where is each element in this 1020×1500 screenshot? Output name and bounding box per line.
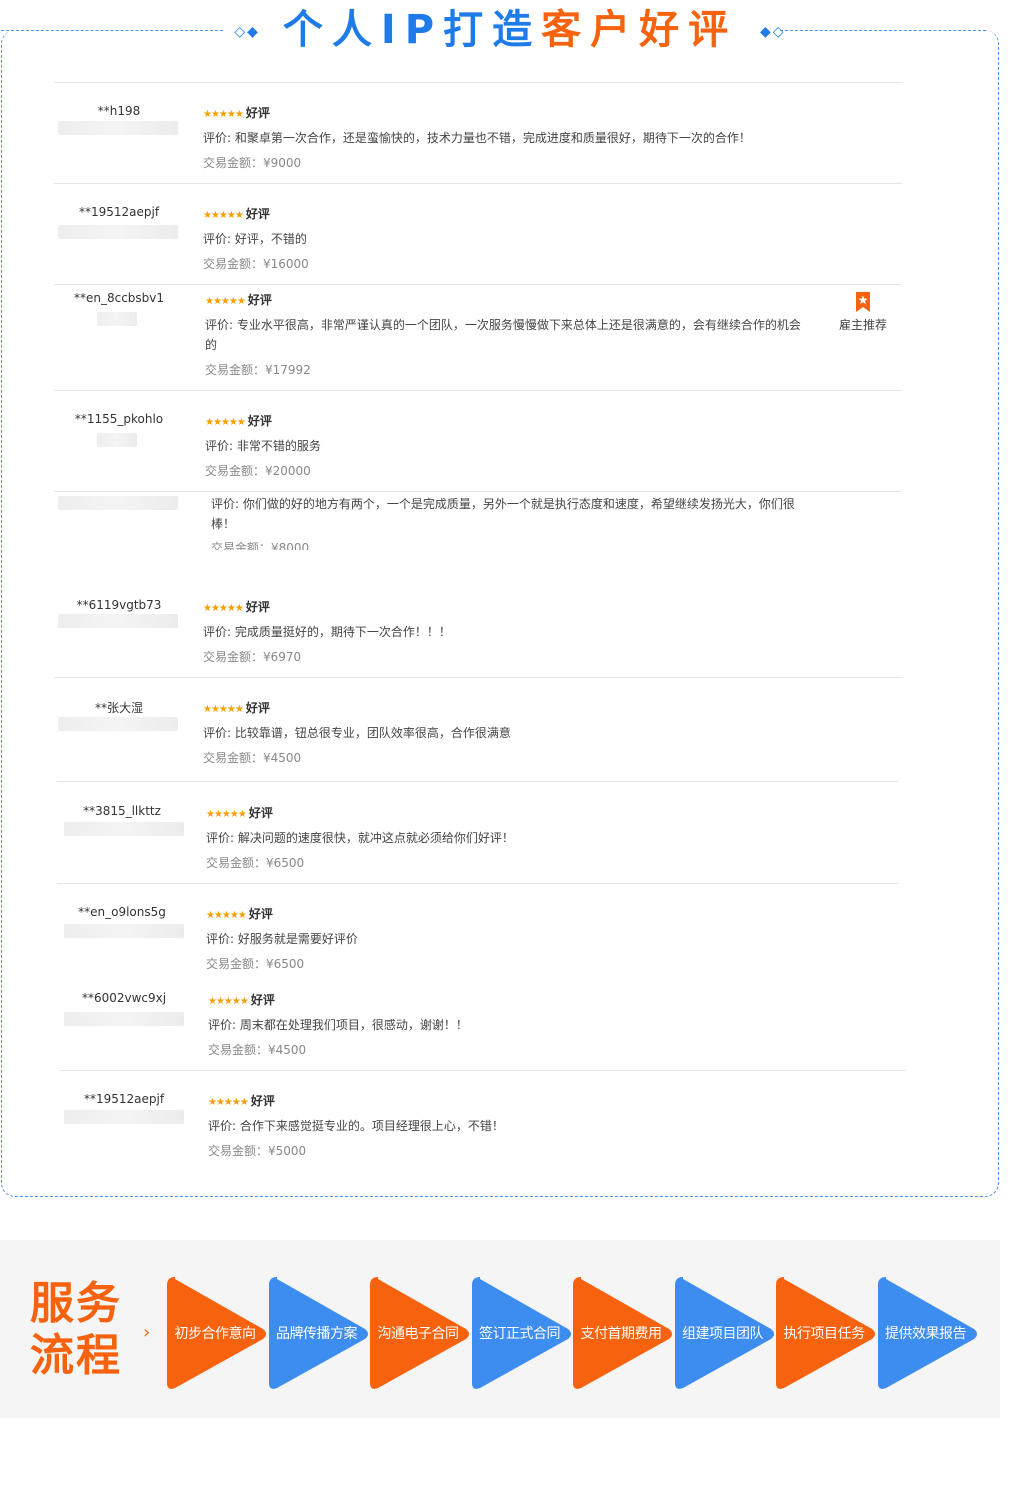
review-username: **19512aepjf bbox=[78, 205, 160, 219]
process-step: 提供效果报告 bbox=[876, 1275, 980, 1393]
rating-tag: 好评 bbox=[248, 907, 273, 921]
rating-stars-icon: ★★★★★ bbox=[205, 417, 246, 428]
blurred-avatar bbox=[64, 1012, 184, 1026]
review-username: **3815_llkttz bbox=[83, 804, 161, 818]
review-username: **6119vgtb73 bbox=[76, 598, 162, 612]
blurred-avatar bbox=[97, 312, 137, 326]
blurred-avatar bbox=[64, 924, 184, 938]
rating-stars-icon: ★★★★★ bbox=[208, 996, 249, 1007]
review-amount: 交易金额：¥4500 bbox=[203, 751, 302, 765]
process-step-label: 签订正式合同 bbox=[479, 1326, 561, 1342]
divider bbox=[54, 183, 902, 184]
divider bbox=[54, 677, 902, 678]
review-amount: 交易金额：¥20000 bbox=[205, 464, 311, 478]
review-amount: 交易金额：¥6500 bbox=[206, 856, 305, 870]
review-amount: 交易金额：¥5000 bbox=[208, 1144, 307, 1158]
review-username: **19512aepjf bbox=[83, 1092, 165, 1106]
rating-tag: 好评 bbox=[245, 207, 270, 221]
review-username: **en_o9lons5g bbox=[78, 905, 166, 919]
rating-stars-icon: ★★★★★ bbox=[205, 296, 246, 307]
rating-stars-icon: ★★★★★ bbox=[203, 109, 244, 120]
rating-tag: 好评 bbox=[248, 806, 273, 820]
process-step: 组建项目团队 bbox=[673, 1275, 777, 1393]
review-comment: 评价: 你们做的好的地方有两个，一个是完成质量，另外一个就是执行态度和速度，希望… bbox=[211, 497, 795, 511]
process-step: 品牌传播方案 bbox=[267, 1275, 371, 1393]
rating-tag: 好评 bbox=[245, 701, 270, 715]
chevron-right-icon: › bbox=[143, 1322, 151, 1343]
bookmark-star-icon bbox=[856, 292, 870, 312]
rating-tag: 好评 bbox=[250, 993, 275, 1007]
review-item: 评价: 你们做的好的地方有两个，一个是完成质量，另外一个就是执行态度和速度，希望… bbox=[0, 492, 1000, 550]
process-step: 执行项目任务 bbox=[774, 1275, 878, 1393]
blurred-avatar bbox=[64, 1110, 184, 1124]
rating-tag: 好评 bbox=[247, 293, 272, 307]
process-step-label: 支付首期费用 bbox=[580, 1326, 663, 1342]
process-step: 沟通电子合同 bbox=[368, 1275, 472, 1393]
blurred-avatar bbox=[58, 225, 178, 239]
process-step-label: 沟通电子合同 bbox=[377, 1326, 460, 1342]
divider bbox=[60, 1070, 906, 1071]
review-amount: 交易金额：¥16000 bbox=[203, 257, 309, 271]
review-comment: 评价: 好评，不错的 bbox=[203, 232, 307, 246]
process-step-label: 初步合作意向 bbox=[174, 1326, 257, 1342]
blurred-avatar bbox=[58, 717, 178, 731]
service-title-line2: 流程 bbox=[30, 1330, 122, 1381]
process-step-label: 提供效果报告 bbox=[885, 1326, 967, 1342]
review-comment: 评价: 非常不错的服务 bbox=[205, 439, 321, 453]
review-amount: 交易金额：¥9000 bbox=[203, 156, 302, 170]
review-comment: 评价: 和聚卓第一次合作，还是蛮愉快的，技术力量也不错，完成进度和质量很好，期待… bbox=[203, 131, 751, 145]
process-step-label: 执行项目任务 bbox=[783, 1326, 866, 1342]
review-comment-cont: 棒！ bbox=[211, 517, 236, 531]
process-step-label: 组建项目团队 bbox=[682, 1326, 764, 1342]
divider bbox=[54, 82, 902, 83]
rating-tag: 好评 bbox=[247, 414, 272, 428]
review-username: **en_8ccbsbv1 bbox=[73, 291, 165, 305]
review-comment: 评价: 周末都在处理我们项目，很感动，谢谢！！ bbox=[208, 1018, 468, 1032]
rating-stars-icon: ★★★★★ bbox=[203, 210, 244, 221]
frame-top-right-line bbox=[780, 30, 986, 31]
employer-recommend-badge: 雇主推荐 bbox=[833, 292, 893, 333]
review-username: **6002vwc9xj bbox=[81, 991, 167, 1005]
divider bbox=[54, 284, 902, 285]
rating-stars-icon: ★★★★★ bbox=[206, 809, 247, 820]
review-comment: 评价: 专业水平很高，非常严谨认真的一个团队，一次服务慢慢做下来总体上还是很满意… bbox=[205, 318, 801, 332]
review-comment: 评价: 完成质量挺好的，期待下一次合作！！！ bbox=[203, 625, 451, 639]
rating-stars-icon: ★★★★★ bbox=[203, 603, 244, 614]
process-step-label: 品牌传播方案 bbox=[276, 1326, 358, 1342]
review-username: **张大湿 bbox=[94, 701, 143, 715]
rating-stars-icon: ★★★★★ bbox=[203, 704, 244, 715]
review-amount: 交易金额：¥17992 bbox=[205, 363, 311, 377]
blurred-avatar bbox=[58, 614, 178, 628]
divider bbox=[54, 390, 902, 391]
review-amount: 交易金额：¥6970 bbox=[203, 650, 302, 664]
review-comment-cont: 的 bbox=[205, 338, 218, 352]
rating-stars-icon: ★★★★★ bbox=[206, 910, 247, 921]
blurred-avatar bbox=[64, 822, 184, 836]
review-username: **h198 bbox=[97, 104, 141, 118]
service-title-line1: 服务 bbox=[30, 1278, 122, 1329]
process-step: 支付首期费用 bbox=[571, 1275, 675, 1393]
review-amount: 交易金额：¥4500 bbox=[208, 1043, 307, 1057]
frame-top-left-line bbox=[1, 30, 223, 31]
divider bbox=[57, 883, 899, 884]
review-amount: 交易金额：¥8000 bbox=[211, 541, 310, 550]
blurred-avatar bbox=[97, 433, 137, 447]
service-title: 服务 流程 bbox=[30, 1278, 140, 1382]
process-step: 签订正式合同 bbox=[470, 1275, 574, 1393]
rating-tag: 好评 bbox=[250, 1094, 275, 1108]
process-step: 初步合作意向 bbox=[165, 1275, 269, 1393]
blurred-avatar bbox=[58, 496, 178, 510]
review-comment: 评价: 解决问题的速度很快，就冲这点就必须给你们好评！ bbox=[206, 831, 514, 845]
rating-stars-icon: ★★★★★ bbox=[208, 1097, 249, 1108]
blurred-avatar bbox=[58, 121, 178, 135]
review-comment: 评价: 好服务就是需要好评价 bbox=[206, 932, 358, 946]
review-amount: 交易金额：¥6500 bbox=[206, 957, 305, 971]
badge-label: 雇主推荐 bbox=[838, 318, 887, 332]
divider bbox=[57, 781, 899, 782]
review-comment: 评价: 合作下来感觉挺专业的。项目经理很上心，不错！ bbox=[208, 1119, 504, 1133]
review-username: **1155_pkohlo bbox=[74, 412, 164, 426]
rating-tag: 好评 bbox=[245, 106, 270, 120]
review-comment: 评价: 比较靠谱，钮总很专业，团队效率很高，合作很满意 bbox=[203, 726, 511, 740]
rating-tag: 好评 bbox=[245, 600, 270, 614]
